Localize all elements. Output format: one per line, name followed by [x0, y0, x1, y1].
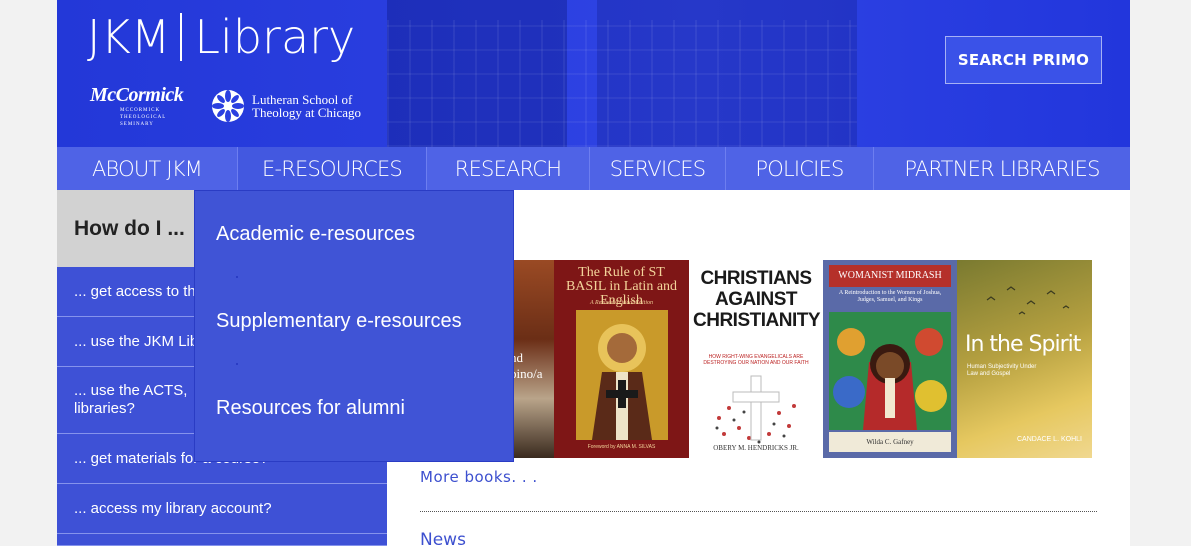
dropdown-item-supplementary-e-resources[interactable]: Supplementary e-resources [216, 310, 462, 333]
main-nav: ABOUT JKM E-RESOURCES RESEARCH SERVICES … [57, 147, 1130, 190]
icon-saint-figure-icon [576, 310, 668, 440]
nav-about-jkm[interactable]: ABOUT JKM [57, 147, 238, 190]
book-subtitle: A Revised Critical Edition [589, 300, 654, 306]
jkm-library-logo[interactable]: JKM Library [87, 10, 355, 64]
dropdown-item-resources-for-alumni[interactable]: Resources for alumni [216, 397, 405, 420]
book-credit: Foreword by ANNA M. SILVAS [587, 444, 656, 450]
site-header: JKM Library McCormick MCCORMICK THEOLOGI… [57, 0, 1130, 147]
dropdown-separator [236, 363, 238, 365]
book-cover[interactable]: The Rule of ST BASIL in Latin and Englis… [554, 260, 689, 458]
e-resources-dropdown: Academic e-resources Supplementary e-res… [194, 190, 514, 462]
news-heading[interactable]: News [420, 530, 466, 546]
more-books-link[interactable]: More books. . . [420, 468, 538, 486]
book-title: WOMANIST MIDRASH [829, 265, 951, 287]
book-cover[interactable]: CHRISTIANS AGAINST CHRISTIANITY HOW RIGH… [689, 260, 823, 458]
book-credit: Wilda C. Gafney [829, 432, 951, 452]
sidebar-item[interactable] [57, 534, 387, 546]
mccormick-logo[interactable]: McCormick MCCORMICK THEOLOGICAL SEMINARY [90, 84, 190, 128]
nav-e-resources[interactable]: E-RESOURCES [238, 147, 427, 190]
illustration-women-icon [829, 312, 951, 430]
book-cover[interactable]: WOMANIST MIDRASH A Reintroduction to the… [823, 260, 957, 458]
nav-services[interactable]: SERVICES [590, 147, 726, 190]
birds-icon [986, 286, 1070, 315]
book-subtitle: A Reintroduction to the Women of Joshua,… [838, 290, 942, 303]
logo-library: Library [194, 10, 356, 64]
book-credit: OBERY M. HENDRICKS JR. [713, 444, 799, 452]
lstc-logo[interactable]: Lutheran School of Theology at Chicago [210, 88, 361, 124]
book-subtitle: HOW RIGHT-WING EVANGELICALS ARE DESTROYI… [703, 354, 809, 366]
dropdown-item-academic-e-resources[interactable]: Academic e-resources [216, 223, 415, 246]
nav-partner-libraries[interactable]: PARTNER LIBRARIES [874, 147, 1130, 190]
nav-policies[interactable]: POLICIES [726, 147, 874, 190]
luther-rose-icon [212, 90, 244, 122]
section-divider [420, 511, 1097, 512]
logo-divider [180, 13, 183, 61]
page: JKM Library McCormick MCCORMICK THEOLOGI… [57, 0, 1130, 546]
book-subtitle: Human Subjectivity Under Law and Gospel [967, 364, 1037, 377]
logo-jkm: JKM [87, 10, 171, 64]
header-background-windows [387, 20, 857, 147]
book-credit: CANDACE L. KOHLI [1017, 436, 1082, 443]
cross-icon [715, 375, 796, 444]
nav-research[interactable]: RESEARCH [427, 147, 590, 190]
book-title: nd pino/a [510, 350, 543, 381]
dropdown-separator [236, 276, 238, 278]
sidebar-item-library-account[interactable]: ... access my library account? [57, 484, 387, 534]
book-cover[interactable]: In the Spirit Human Subjectivity Under L… [957, 260, 1092, 458]
mccormick-name: McCormick [90, 84, 184, 106]
mccormick-subtitle: MCCORMICK THEOLOGICAL SEMINARY [120, 108, 167, 127]
book-title: CHRISTIANS AGAINST CHRISTIANITY [693, 268, 821, 331]
lstc-name: Lutheran School of Theology at Chicago [252, 93, 361, 119]
book-title: In the Spirit [965, 332, 1081, 357]
lstc-line-2: Theology at Chicago [252, 105, 362, 120]
search-primo-button[interactable]: SEARCH PRIMO [945, 36, 1102, 84]
